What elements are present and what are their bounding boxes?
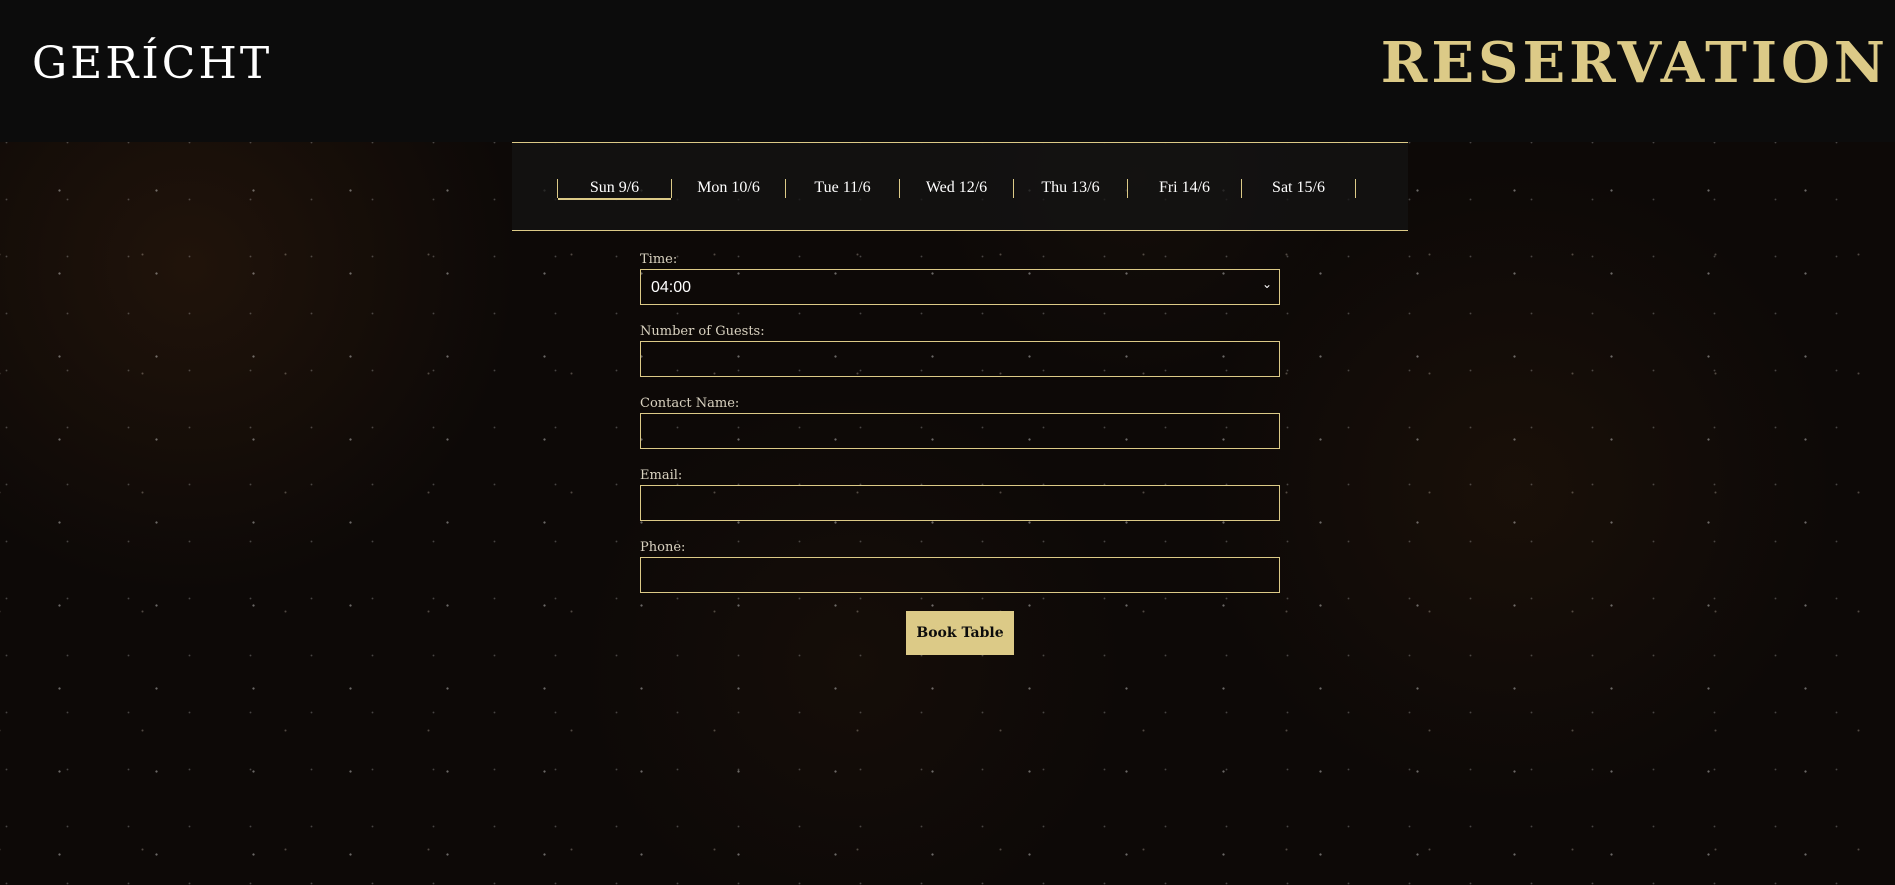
guests-field: Number of Guests: (640, 323, 1280, 377)
time-label: Time: (640, 252, 678, 267)
date-tab-mon[interactable]: Mon 10/6 (672, 179, 786, 198)
phone-field: Phone: (640, 539, 1280, 593)
contact-name-input[interactable] (640, 413, 1280, 449)
guests-label: Number of Guests: (640, 324, 765, 339)
guests-input[interactable] (640, 341, 1280, 377)
date-tab-wed[interactable]: Wed 12/6 (900, 179, 1014, 198)
contact-name-label: Contact Name: (640, 396, 740, 411)
site-header: GERÍCHT RESERVATION (0, 0, 1895, 142)
date-tab-sat[interactable]: Sat 15/6 (1242, 179, 1356, 198)
date-tabs: Sun 9/6 Mon 10/6 Tue 11/6 Wed 12/6 Thu 1… (557, 179, 1356, 200)
date-tab-thu[interactable]: Thu 13/6 (1014, 179, 1128, 198)
date-selector: Sun 9/6 Mon 10/6 Tue 11/6 Wed 12/6 Thu 1… (512, 142, 1408, 231)
contact-name-field: Contact Name: (640, 395, 1280, 449)
time-select[interactable]: 04:00 (640, 269, 1280, 305)
date-tab-fri[interactable]: Fri 14/6 (1128, 179, 1242, 198)
time-select-wrap: 04:00 ⌄ (640, 269, 1280, 305)
date-tab-sun[interactable]: Sun 9/6 (558, 179, 672, 200)
email-field: Email: (640, 467, 1280, 521)
email-label: Email: (640, 468, 683, 483)
submit-row: Book Table (640, 611, 1280, 655)
phone-label: Phone: (640, 540, 686, 555)
date-tab-tue[interactable]: Tue 11/6 (786, 179, 900, 198)
time-field: Time: 04:00 ⌄ (640, 251, 1280, 305)
book-table-button[interactable]: Book Table (906, 611, 1014, 655)
email-input[interactable] (640, 485, 1280, 521)
phone-input[interactable] (640, 557, 1280, 593)
site-logo[interactable]: GERÍCHT (32, 38, 272, 89)
page-title: RESERVATION (1380, 30, 1889, 96)
reservation-form: Time: 04:00 ⌄ Number of Guests: Contact … (640, 251, 1280, 655)
